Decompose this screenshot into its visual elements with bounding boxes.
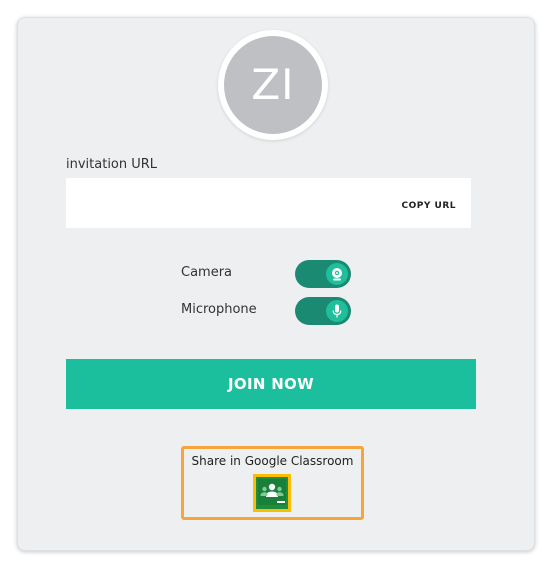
webcam-icon <box>332 268 342 281</box>
microphone-row: Microphone <box>181 297 361 325</box>
camera-toggle[interactable] <box>295 260 351 288</box>
join-now-button[interactable]: JOIN NOW <box>66 359 476 409</box>
avatar-ring: ZI <box>218 30 328 140</box>
invitation-url-label: invitation URL <box>66 157 158 172</box>
microphone-toggle[interactable] <box>295 297 351 325</box>
camera-row: Camera <box>181 260 361 288</box>
google-classroom-icon[interactable] <box>253 474 291 512</box>
microphone-icon <box>332 304 342 318</box>
camera-label: Camera <box>181 265 233 280</box>
share-google-classroom-box: Share in Google Classroom <box>181 446 364 520</box>
invitation-url-field[interactable] <box>66 178 386 228</box>
join-panel: ZI invitation URL COPY URL Camera Microp… <box>17 17 535 551</box>
camera-toggle-knob <box>326 263 348 285</box>
share-label: Share in Google Classroom <box>191 454 354 468</box>
invitation-url-box: COPY URL <box>66 178 471 228</box>
copy-url-button[interactable]: COPY URL <box>402 201 456 211</box>
microphone-label: Microphone <box>181 302 257 317</box>
microphone-toggle-knob <box>326 300 348 322</box>
avatar: ZI <box>224 36 322 134</box>
